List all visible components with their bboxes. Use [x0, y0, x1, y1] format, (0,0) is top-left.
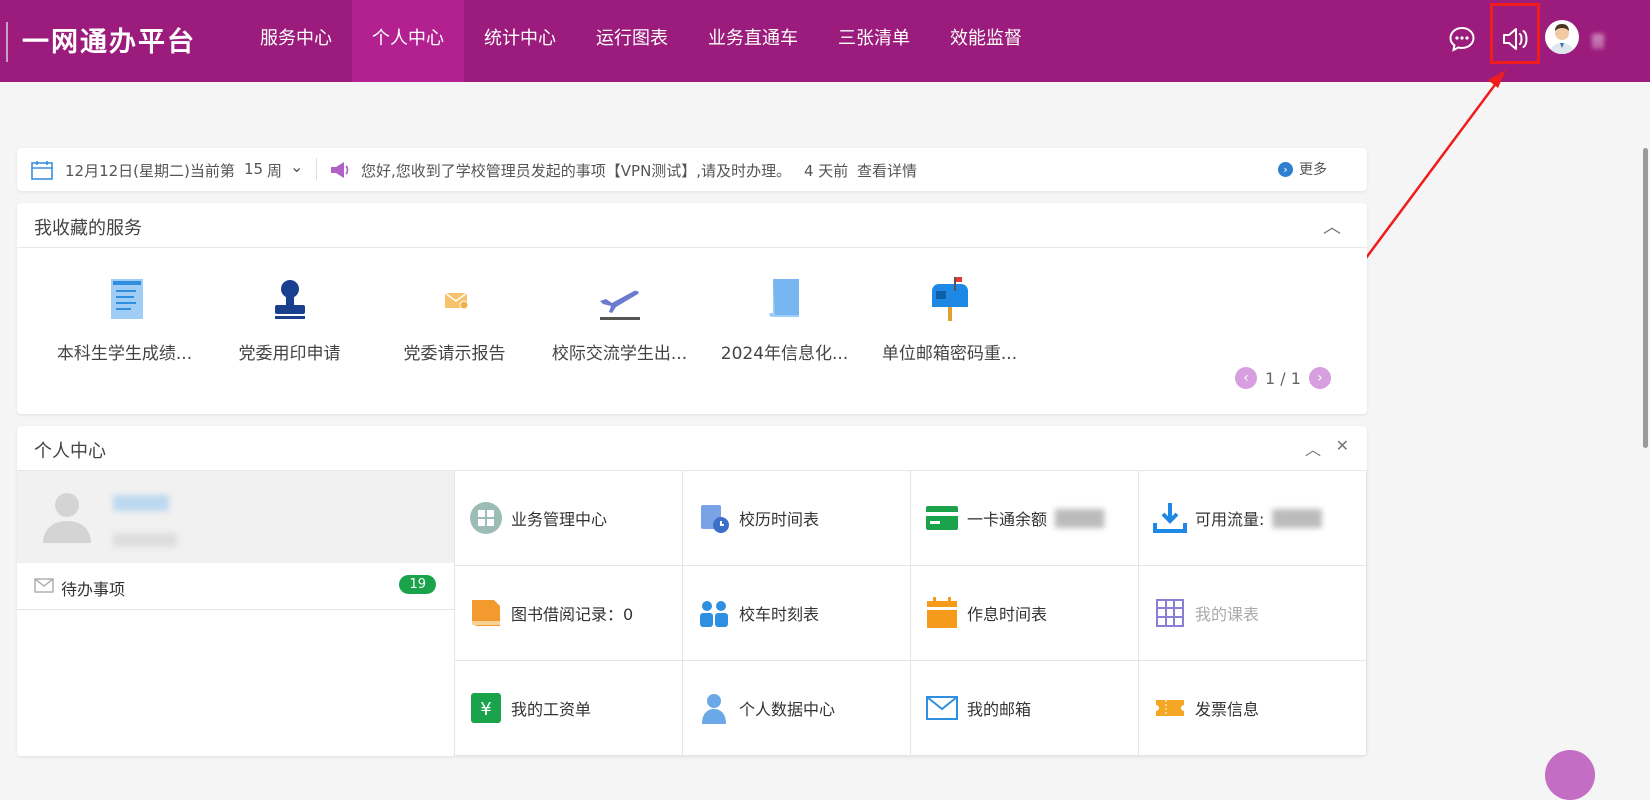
notice-bar: 12月12日(星期二)当前第 15 周 ⌄ 您好,您收到了学校管理员发起的事项【…: [17, 148, 1367, 191]
grid-cell-personal-data[interactable]: 个人数据中心: [683, 661, 911, 756]
grid-cell-label: 图书借阅记录：0: [511, 605, 634, 624]
envelope-icon: [444, 292, 468, 310]
grid-cell-available-data[interactable]: 可用流量: ████: [1139, 471, 1367, 566]
collapse-icon[interactable]: ︿: [1323, 213, 1341, 239]
grid-cell-payslip[interactable]: ¥ 我的工资单: [455, 661, 683, 756]
favorites-title: 我收藏的服务: [34, 218, 142, 239]
blurred-user-info: [113, 495, 169, 511]
service-label: 单位邮箱密码重...: [881, 344, 1018, 364]
grid-cell-label: 一卡通余额: [967, 510, 1048, 529]
grid-cell-work-schedule[interactable]: 作息时间表: [911, 566, 1139, 661]
divider: [316, 158, 317, 180]
view-details-link[interactable]: 查看详情: [857, 160, 917, 181]
service-label: 校际交流学生出...: [551, 344, 688, 364]
notice-message: 您好,您收到了学校管理员发起的事项【VPN测试】,请及时办理。: [361, 162, 792, 180]
document-icon: [110, 279, 143, 319]
service-label: 党委请示报告: [403, 344, 506, 364]
grid-cell-label: 校历时间表: [739, 510, 820, 529]
service-item[interactable]: 2024年信息化...: [702, 275, 867, 364]
service-item[interactable]: 党委用印申请: [207, 275, 372, 364]
grid-cell-my-mailbox[interactable]: 我的邮箱: [911, 661, 1139, 756]
grid-cell-invoice-info[interactable]: 发票信息: [1139, 661, 1367, 756]
person-icon: [702, 694, 726, 724]
blurred-value: ████: [1272, 508, 1322, 528]
favorites-pager: ‹ 1 / 1 ›: [1235, 367, 1331, 389]
personal-grid: 业务管理中心 校历时间表 一卡通余额 ████ 可用流量: ████ 图书借阅记…: [455, 471, 1367, 756]
grid-cell-card-balance[interactable]: 一卡通余额 ████: [911, 471, 1139, 566]
calendar-clock-icon: [701, 505, 729, 533]
service-label: 本科生学生成绩...: [56, 344, 193, 364]
grid-cell-label: 个人数据中心: [739, 700, 836, 719]
grid-cell-label: 业务管理中心: [511, 510, 608, 529]
page-indicator: 1 / 1: [1265, 368, 1301, 388]
service-label: 2024年信息化...: [720, 344, 849, 364]
grid-cell-library-records[interactable]: 图书借阅记录：0: [455, 566, 683, 661]
people-icon: [700, 601, 728, 627]
week-unit: 周: [267, 162, 283, 180]
table-icon: [1156, 599, 1184, 627]
week-number: 15: [244, 160, 264, 178]
profile-card: [17, 471, 454, 563]
service-item[interactable]: 单位邮箱密码重...: [867, 275, 1032, 364]
grid-cell-label: 校车时刻表: [739, 605, 820, 624]
service-item[interactable]: 党委请示报告: [372, 275, 537, 364]
grid-cell-label: 我的课表: [1195, 605, 1260, 624]
collapse-icon[interactable]: ︿: [1305, 436, 1321, 460]
service-label: 党委用印申请: [238, 344, 341, 364]
arrow-right-circle-icon[interactable]: ›: [1278, 162, 1293, 177]
grid-cell-label: 我的邮箱: [967, 700, 1032, 719]
stamp-icon: [274, 280, 305, 319]
paper-icon: [768, 279, 799, 317]
notice-time: 4 天前: [804, 162, 849, 180]
grid-cell-school-calendar[interactable]: 校历时间表: [683, 471, 911, 566]
scrollbar-thumb[interactable]: [1643, 148, 1648, 448]
todo-label: 待办事项: [61, 580, 126, 599]
personal-center-title: 个人中心: [34, 441, 106, 462]
mailbox-icon: [931, 277, 968, 321]
floating-action-button[interactable]: [1545, 750, 1595, 800]
book-icon: [472, 600, 500, 626]
profile-column: 待办事项 19: [17, 471, 455, 756]
todo-count-badge: 19: [399, 575, 436, 594]
schedule-icon: [927, 597, 957, 628]
grid-cell-label: 作息时间表: [967, 605, 1048, 624]
grid-circle-icon: [470, 502, 502, 534]
mail-icon: [926, 696, 958, 720]
airplane-icon: [599, 290, 640, 320]
grid-cell-business-management[interactable]: 业务管理中心: [455, 471, 683, 566]
todo-row[interactable]: 待办事项 19: [17, 563, 454, 610]
prev-page-button[interactable]: ‹: [1235, 367, 1257, 389]
grid-cell-label: 可用流量:: [1195, 510, 1265, 529]
service-item[interactable]: 本科生学生成绩...: [42, 275, 207, 364]
grid-cell-my-timetable[interactable]: 我的课表: [1139, 566, 1367, 661]
grid-cell-bus-schedule[interactable]: 校车时刻表: [683, 566, 911, 661]
grid-cell-label: 发票信息: [1195, 700, 1260, 719]
service-item[interactable]: 校际交流学生出...: [537, 275, 702, 364]
calendar-icon: [31, 161, 53, 180]
current-date: 12月12日(星期二)当前第: [65, 162, 235, 180]
yen-icon: ¥: [471, 693, 501, 723]
blurred-value: ████: [1055, 508, 1105, 528]
mail-icon: [34, 578, 54, 593]
ticket-icon: [1156, 700, 1184, 716]
personal-center-header: 个人中心 ︿ ✕: [17, 426, 1367, 471]
personal-center-panel: 个人中心 ︿ ✕ 待办事项 19 业务管理中心 校历时间表 一卡通余额 ████…: [17, 426, 1367, 756]
blurred-user-info: [113, 533, 177, 547]
close-icon[interactable]: ✕: [1336, 436, 1349, 455]
more-link[interactable]: 更多: [1299, 159, 1327, 179]
favorites-panel: 我收藏的服务 ︿ 本科生学生成绩... 党委用印申请 党委请示报告 校际交流学生…: [17, 203, 1367, 414]
default-avatar-icon: [43, 493, 91, 543]
card-icon: [926, 506, 958, 530]
chevron-double-down-icon[interactable]: ⌄: [290, 157, 303, 176]
favorites-header: 我收藏的服务 ︿: [17, 203, 1367, 248]
grid-cell-label: 我的工资单: [511, 700, 592, 719]
next-page-button[interactable]: ›: [1308, 367, 1331, 389]
download-tray-icon: [1153, 503, 1187, 533]
megaphone-icon: [331, 162, 349, 178]
svg-text:¥: ¥: [480, 699, 491, 720]
